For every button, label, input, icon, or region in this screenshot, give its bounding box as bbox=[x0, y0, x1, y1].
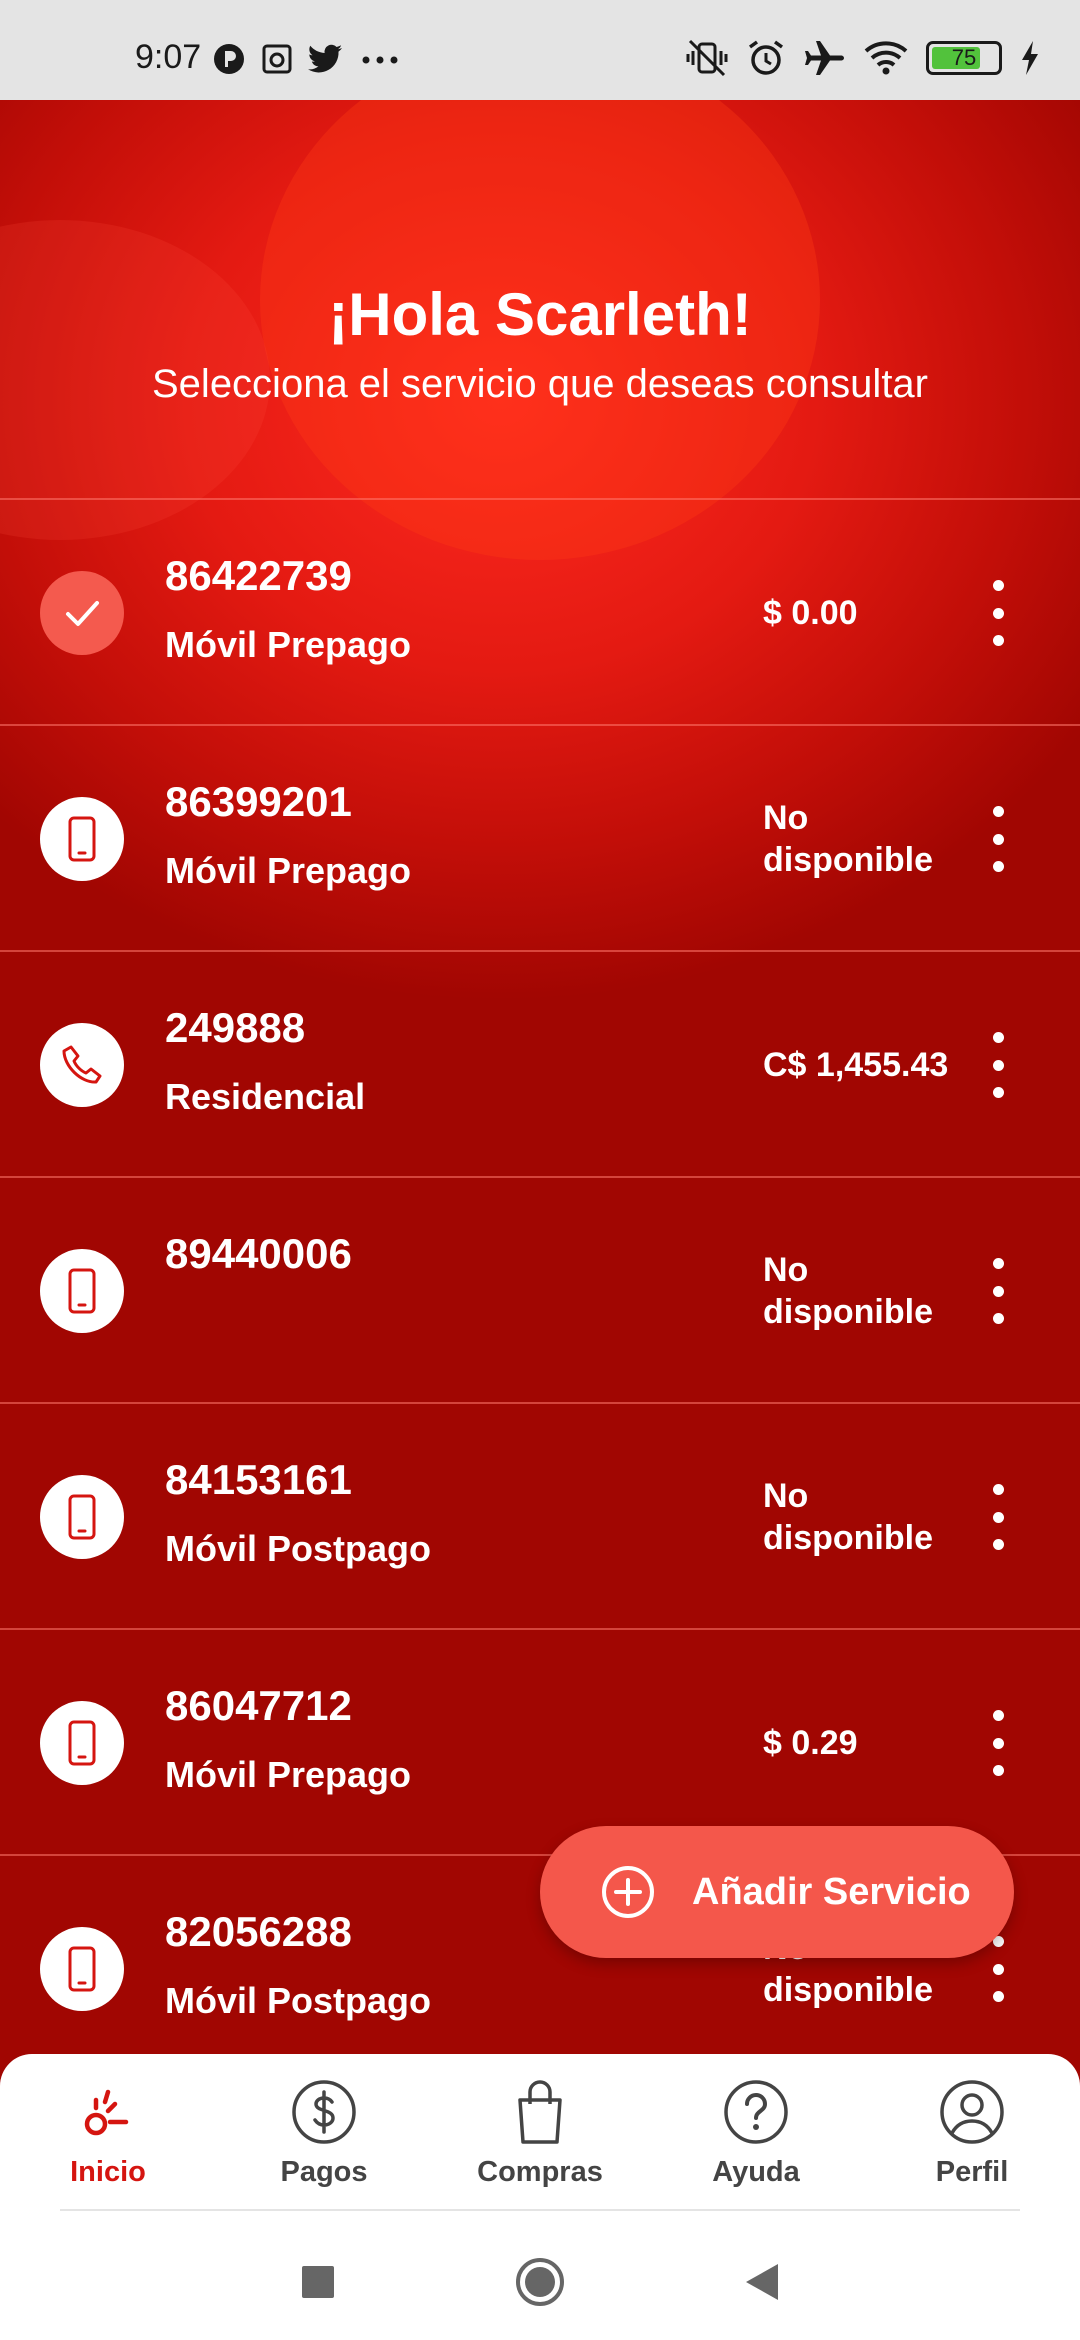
service-row[interactable]: 86047712 Móvil Prepago $ 0.29 bbox=[0, 1628, 1080, 1854]
mobile-phone-icon bbox=[40, 1249, 124, 1333]
service-type: Residencial bbox=[165, 1076, 366, 1117]
service-balance: No disponible bbox=[763, 799, 933, 879]
status-bar: 9:07 75 bbox=[0, 0, 1080, 100]
dollar-circle-icon bbox=[292, 2080, 356, 2144]
nav-label-ayuda: Ayuda bbox=[712, 2156, 800, 2188]
service-number: 86422739 bbox=[165, 552, 352, 599]
more-options-icon[interactable] bbox=[982, 1258, 1014, 1324]
mobile-phone-icon bbox=[40, 1475, 124, 1559]
service-number: 89440006 bbox=[165, 1230, 352, 1277]
more-options-icon[interactable] bbox=[982, 806, 1014, 872]
mobile-phone-icon bbox=[40, 797, 124, 881]
home-icon bbox=[84, 2089, 129, 2136]
nav-divider bbox=[60, 2209, 1020, 2211]
battery-level: 75 bbox=[951, 45, 977, 70]
service-number: 86047712 bbox=[165, 1682, 352, 1729]
nav-label-inicio: Inicio bbox=[70, 2156, 146, 2188]
twitter-icon bbox=[308, 44, 342, 73]
service-type: Móvil Postpago bbox=[165, 1980, 432, 2021]
greeting-subtitle: Selecciona el servicio que deseas consul… bbox=[152, 362, 928, 406]
recent-apps-icon[interactable] bbox=[300, 2264, 336, 2300]
mobile-phone-icon bbox=[40, 1701, 124, 1785]
service-number: 84153161 bbox=[165, 1456, 352, 1503]
nav-item-compras[interactable]: Compras bbox=[450, 2078, 630, 2210]
p-icon bbox=[214, 44, 244, 74]
vibrate-icon bbox=[686, 39, 728, 77]
plus-circle-icon bbox=[602, 1866, 654, 1918]
system-navigation-bar bbox=[0, 2224, 1080, 2340]
wifi-icon bbox=[864, 41, 908, 75]
alarm-icon bbox=[748, 40, 784, 75]
airplane-icon bbox=[805, 41, 844, 75]
add-service-button[interactable]: Añadir Servicio bbox=[540, 1826, 1014, 1958]
service-balance: C$ 1,455.43 bbox=[763, 1046, 949, 1084]
service-balance: $ 0.29 bbox=[763, 1724, 858, 1762]
back-icon[interactable] bbox=[744, 2262, 780, 2302]
nav-item-inicio[interactable]: Inicio bbox=[18, 2078, 198, 2210]
check-icon bbox=[40, 571, 124, 655]
service-number: 86399201 bbox=[165, 778, 352, 825]
nav-label-pagos: Pagos bbox=[280, 2156, 368, 2188]
shopping-bag-icon bbox=[518, 2080, 562, 2144]
more-options-icon[interactable] bbox=[982, 1710, 1014, 1776]
status-time: 9:07 bbox=[135, 38, 202, 76]
more-options-icon[interactable] bbox=[982, 580, 1014, 646]
nav-label-perfil: Perfil bbox=[935, 2156, 1009, 2188]
landline-phone-icon bbox=[40, 1023, 124, 1107]
nav-label-compras: Compras bbox=[477, 2156, 603, 2188]
nav-item-perfil[interactable]: Perfil bbox=[882, 2078, 1062, 2210]
more-options-icon[interactable] bbox=[982, 1484, 1014, 1550]
service-balance: $ 0.00 bbox=[763, 594, 858, 632]
charging-icon bbox=[1022, 41, 1038, 75]
bottom-navigation: Inicio Pagos Compras Ayuda Perfil bbox=[0, 2054, 1080, 2340]
service-row[interactable]: 84153161 Móvil Postpago No disponible bbox=[0, 1402, 1080, 1628]
service-row[interactable]: 249888 Residencial C$ 1,455.43 bbox=[0, 950, 1080, 1176]
service-number: 249888 bbox=[165, 1004, 306, 1051]
nav-item-pagos[interactable]: Pagos bbox=[234, 2078, 414, 2210]
service-row[interactable]: 86399201 Móvil Prepago No disponible bbox=[0, 724, 1080, 950]
service-type: Móvil Prepago bbox=[165, 1754, 412, 1795]
more-dots-icon bbox=[362, 56, 398, 64]
service-balance: No disponible bbox=[763, 1251, 933, 1331]
battery-icon: 75 bbox=[926, 41, 1002, 75]
service-number: 82056288 bbox=[165, 1908, 352, 1955]
more-options-icon[interactable] bbox=[982, 1936, 1014, 2002]
more-options-icon[interactable] bbox=[982, 1032, 1014, 1098]
greeting-title: ¡Hola Scarleth! bbox=[328, 281, 752, 348]
home-button-icon[interactable] bbox=[514, 2256, 566, 2308]
service-type: Móvil Postpago bbox=[165, 1528, 432, 1569]
help-circle-icon bbox=[724, 2080, 788, 2144]
service-type: Móvil Prepago bbox=[165, 850, 412, 891]
service-balance: No disponible bbox=[763, 1477, 933, 1557]
nav-item-ayuda[interactable]: Ayuda bbox=[666, 2078, 846, 2210]
service-row[interactable]: 89440006 No disponible bbox=[0, 1176, 1080, 1402]
service-type: Móvil Prepago bbox=[165, 624, 412, 665]
mobile-phone-icon bbox=[40, 1927, 124, 2011]
add-service-label: Añadir Servicio bbox=[692, 1870, 971, 1913]
service-row[interactable]: 86422739 Móvil Prepago $ 0.00 bbox=[0, 498, 1080, 724]
camera-icon bbox=[262, 44, 292, 74]
profile-icon bbox=[940, 2080, 1004, 2144]
